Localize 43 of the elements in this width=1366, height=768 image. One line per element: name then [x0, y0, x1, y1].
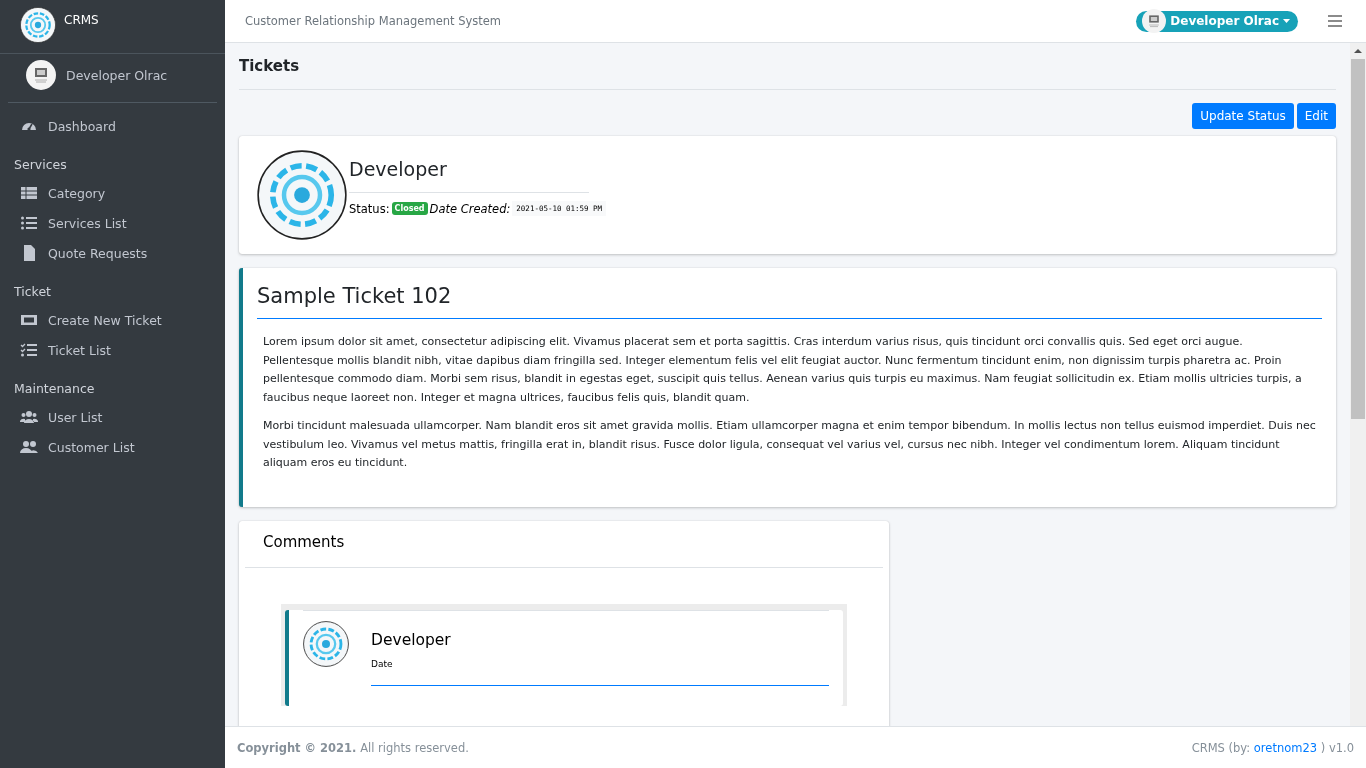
sidebar-item[interactable]: Dashboard	[0, 111, 225, 141]
copyright-text: Copyright © 2021. All rights reserved.	[237, 740, 469, 755]
caret-icon	[1283, 19, 1290, 23]
comments-title: Comments	[245, 520, 883, 568]
sidebar-item[interactable]: Quote Requests	[0, 238, 225, 268]
section-header: Services	[13, 156, 68, 174]
sidebar-item[interactable]: Customer List	[0, 432, 225, 462]
commenter-name: Developer	[371, 629, 452, 649]
sidebar-item[interactable]: Create New Ticket	[0, 305, 225, 335]
brand-name: CRMS	[64, 13, 99, 27]
user-avatar	[26, 60, 56, 90]
sidebar-item[interactable]: Category	[0, 178, 225, 208]
user-avatar	[1142, 9, 1167, 33]
ticket-paragraph: Morbi tincidunt malesuada ullamcorper. Nam blandit eros sit amet gravida mollis. Etiam ullamcorper magna et enim tempor bibendum. In mollis lectus non tellus euismod imperdiet. Duis nec vestibulum leo. Vivamus vel metus mattis, fringilla erat in, blandit risus. Fusce dolor ligula, consequat vel varius vel, cursus nec nibh. Integer vel condimentum lorem. Aliquam tincidunt aliquam eros eu tincidunt.	[263, 418, 1316, 471]
credit-text: CRMS (by: oretnom23 ) v1.0	[1191, 740, 1355, 755]
ticket-title: Sample Ticket 102	[257, 282, 1322, 319]
list-icon	[20, 214, 38, 232]
sidebar-item[interactable]: User List	[0, 402, 225, 432]
scroll-thumb[interactable]	[1351, 59, 1365, 419]
section-header: Maintenance	[13, 380, 96, 398]
user-name: Developer Olrac	[66, 67, 168, 83]
action-button[interactable]: Edit	[1296, 103, 1336, 129]
pair-icon	[20, 438, 38, 456]
date-label: Date Created:	[429, 201, 511, 216]
commenter-avatar	[303, 620, 349, 667]
section-header: Ticket	[13, 283, 52, 301]
menu-icon[interactable]	[1328, 15, 1342, 27]
status-label: Status:	[349, 201, 390, 216]
status-badge: Closed	[391, 202, 428, 215]
sidebar-item[interactable]: Services List	[0, 208, 225, 238]
users-icon	[20, 408, 38, 426]
brand-logo	[20, 7, 56, 43]
comment-date: Date	[371, 658, 829, 686]
page-title: Tickets	[239, 55, 1336, 90]
sidebar-item[interactable]: Ticket List	[0, 335, 225, 365]
profile-name: Developer	[349, 150, 589, 193]
app-title: Customer Relationship Management System	[245, 14, 503, 28]
action-button[interactable]: Update Status	[1192, 103, 1294, 129]
ticket-paragraph: Lorem ipsum dolor sit amet, consectetur adipiscing elit. Vivamus placerat sem et porta sagittis. Cras interdum varius risus, quis tincidunt orci convallis quis. Sed eget orci augue. Pellentesque mollis blandit nibh, vitae dapibus diam fringilla sed. Integer elementum felis vel elit feugiat auctor. Nunc fermentum tincidunt enim, non dignissim turpis pharetra ac. Proin pellentesque commodo diam. Morbi sem risus, blandit in egestas eget, suscipit quis tellus. Aenean varius quis turpis eu maximus. Nam feugiat sollicitudin ex. Etiam mollis ultricies turpis, a faucibus neque laoreet non. Integer et magna ultrices, faucibus felis quis, blandit quam.	[263, 334, 1303, 406]
grid-icon	[20, 184, 38, 202]
tasks-icon	[20, 341, 38, 359]
scrollbar[interactable]	[1350, 43, 1366, 726]
author-link[interactable]: oretnom23	[1253, 740, 1318, 755]
